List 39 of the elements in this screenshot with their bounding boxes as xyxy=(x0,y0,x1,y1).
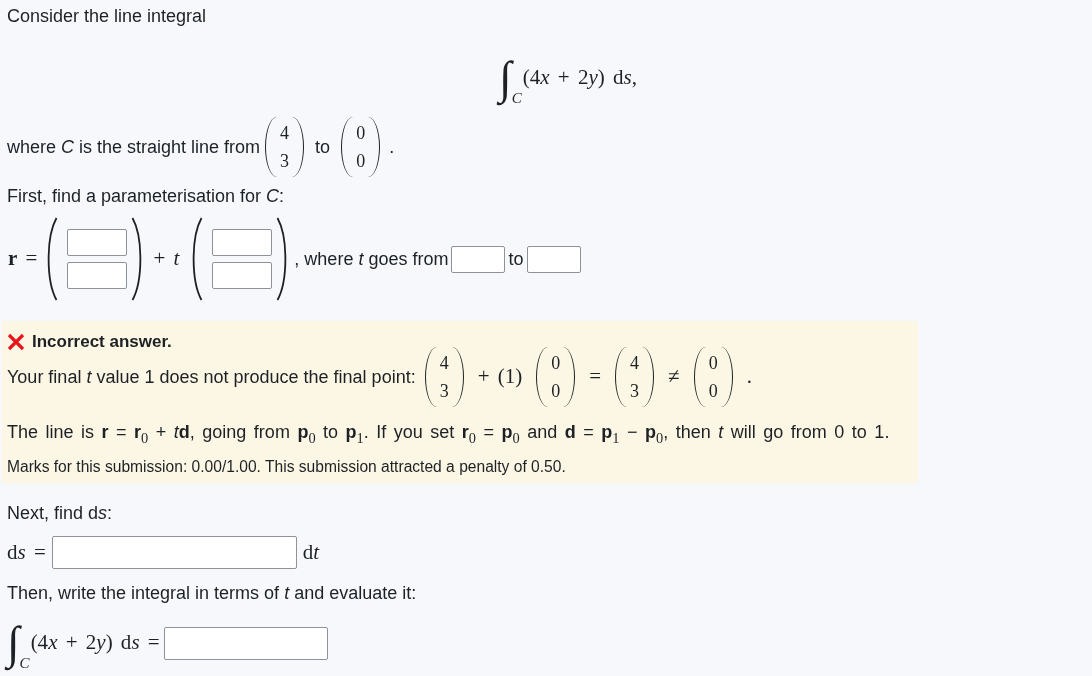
feedback-heading: Incorrect answer. xyxy=(32,331,172,353)
joiner-text: to xyxy=(315,136,331,158)
column-vector: 4 3 xyxy=(614,347,656,407)
period-text: . xyxy=(389,136,395,158)
integral-subscript: C xyxy=(511,90,522,106)
integrand-expression: (4x + 2y) ds = xyxy=(30,630,160,656)
math-symbol: + (1) xyxy=(477,364,523,390)
column-vector: 4 3 xyxy=(264,117,306,177)
prompt-text: Then, write the integral in terms of t and evaluate it: xyxy=(7,582,417,604)
intro-text: Consider the line integral xyxy=(7,5,207,27)
range-text: , where t goes from xyxy=(294,248,449,270)
column-vector: 0 0 xyxy=(692,347,734,407)
integral-subscript: C xyxy=(19,655,30,671)
input-field[interactable] xyxy=(527,245,582,273)
math-symbol: . xyxy=(746,364,752,390)
integrand-expression: (4x + 2y) ds, xyxy=(522,65,637,91)
column-vector: 4 3 xyxy=(423,347,465,407)
input-field[interactable] xyxy=(212,262,273,289)
prompt-text: Next, find ds: xyxy=(7,502,113,524)
math-term: + t xyxy=(153,246,180,272)
input-field[interactable] xyxy=(163,626,328,660)
column-vector: 0 0 xyxy=(535,347,577,407)
input-field[interactable] xyxy=(51,536,297,569)
input-field[interactable] xyxy=(67,262,128,289)
math-term: dt xyxy=(302,539,320,566)
joiner-text: to xyxy=(508,248,524,270)
column-vector: 0 0 xyxy=(340,117,382,177)
feedback-text: Your final t value 1 does not produce the final point: xyxy=(7,366,416,388)
math-symbol: ≠ xyxy=(668,364,680,390)
prompt-text: First, find a parameterisation for C: xyxy=(7,185,285,207)
marks-text: Marks for this submission: 0.00/1.00. This submission attracted a penalty of 0.50. xyxy=(7,457,566,477)
hint-text: The line is r = r$_{0}$ + td, going from p$_{0}$ to p$_{1}$. If you set r$_{0}$ = p$_{0}$ and d = p$_{1}$ − p$_{0}$, then t will go from 0 to 1. xyxy=(7,421,890,445)
input-field[interactable] xyxy=(451,245,506,273)
vector-equation: r = xyxy=(8,246,38,272)
math-symbol: = xyxy=(589,364,602,390)
math-term: ds = xyxy=(7,539,46,566)
curve-text: where C is the straight line from xyxy=(7,136,261,158)
input-field[interactable] xyxy=(212,229,273,256)
input-field[interactable] xyxy=(67,229,128,256)
